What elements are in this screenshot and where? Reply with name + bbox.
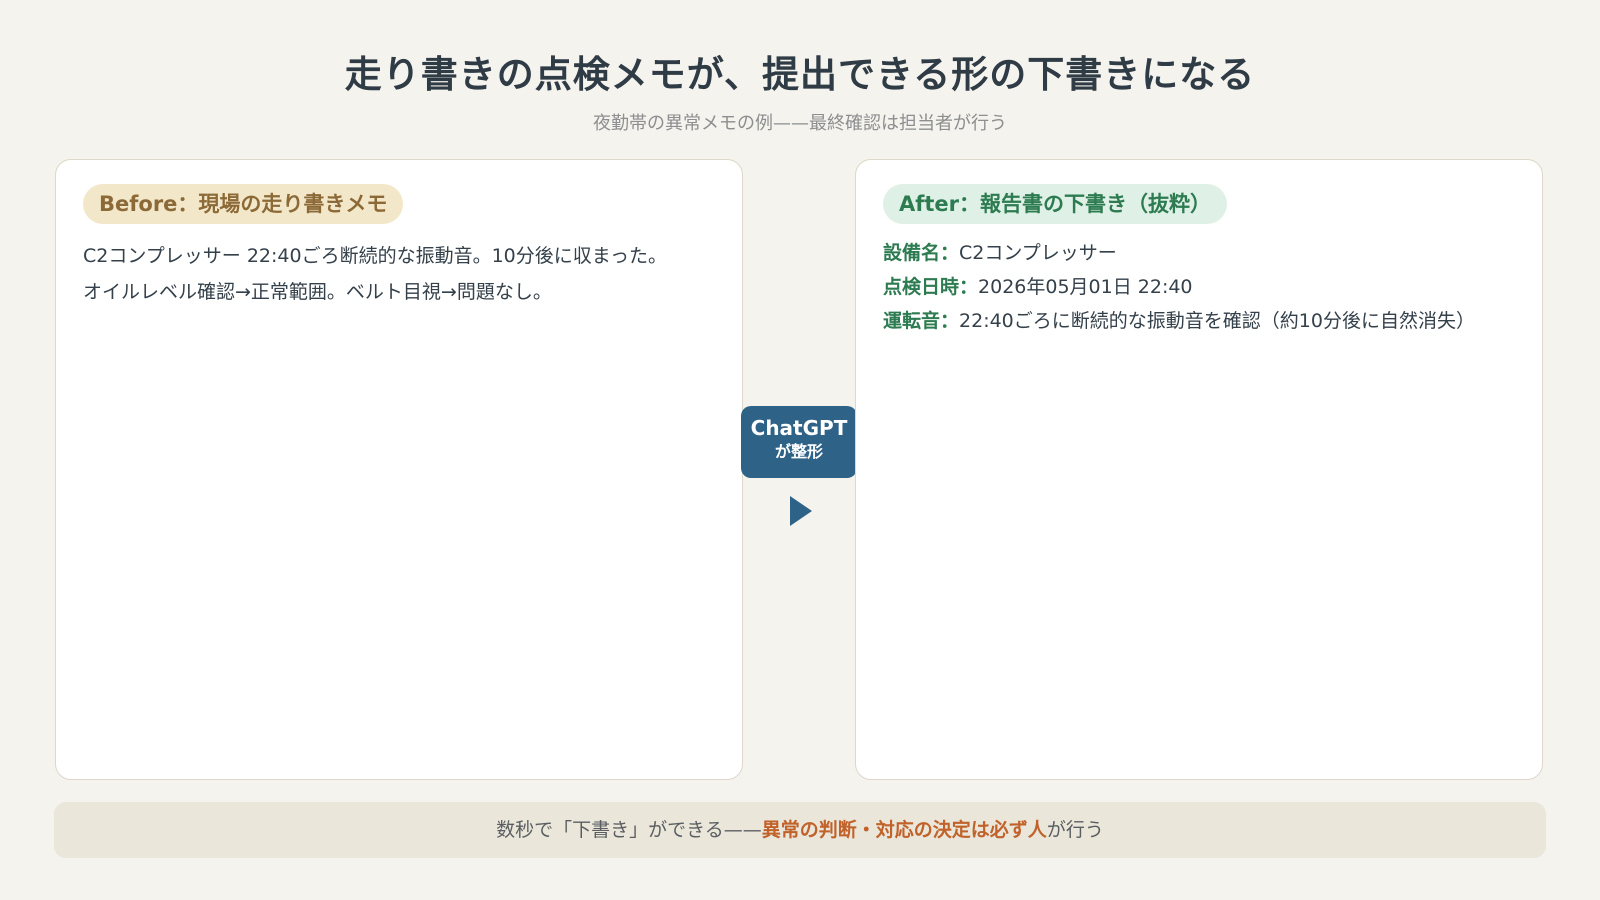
right-arrow-icon: [790, 496, 812, 526]
field-value: 22:40ごろに断続的な振動音を確認（約10分後に自然消失）: [959, 310, 1475, 332]
before-panel: Before：現場の走り書きメモ C2コンプレッサー 22:40ごろ断続的な振動…: [55, 159, 743, 780]
handwritten-memo: C2コンプレッサー 22:40ごろ断続的な振動音。10分後に収まった。 オイルレ…: [83, 238, 722, 310]
report-draft: 設備名：C2コンプレッサー 点検日時：2026年05月01日 22:40 運転音…: [883, 236, 1530, 338]
badge-line-2: が整形: [774, 442, 823, 461]
after-panel: After：報告書の下書き（抜粋） 設備名：C2コンプレッサー 点検日時：202…: [855, 159, 1543, 780]
field-value: C2コンプレッサー: [959, 242, 1117, 264]
badge-line-1: ChatGPT: [750, 416, 848, 440]
footer-text-after: が行う: [1046, 819, 1104, 841]
after-label: After：報告書の下書き（抜粋）: [883, 184, 1228, 224]
report-field-sound: 運転音：22:40ごろに断続的な振動音を確認（約10分後に自然消失）: [883, 304, 1530, 338]
field-label: 点検日時：: [883, 276, 979, 298]
footer-text-before: 数秒で「下書き」ができる——: [496, 819, 762, 841]
page-title: 走り書きの点検メモが、提出できる形の下書きになる: [344, 53, 1256, 96]
footer-note: 数秒で「下書き」ができる——異常の判断・対応の決定は必ず人が行う: [54, 802, 1546, 858]
memo-line: オイルレベル確認→正常範囲。ベルト目視→問題なし。: [83, 281, 552, 303]
report-field-datetime: 点検日時：2026年05月01日 22:40: [883, 270, 1530, 304]
report-field-equipment: 設備名：C2コンプレッサー: [883, 236, 1530, 270]
field-value: 2026年05月01日 22:40: [978, 276, 1193, 298]
before-label: Before：現場の走り書きメモ: [83, 184, 404, 224]
memo-line: C2コンプレッサー 22:40ごろ断続的な振動音。10分後に収まった。: [83, 245, 667, 267]
field-label: 設備名：: [883, 242, 960, 264]
chatgpt-transform-badge: ChatGPT が整形: [741, 406, 857, 478]
field-label: 運転音：: [883, 310, 960, 332]
page-subtitle: 夜勤帯の異常メモの例——最終確認は担当者が行う: [593, 113, 1007, 134]
footer-highlight: 異常の判断・対応の決定は必ず人: [761, 819, 1047, 841]
